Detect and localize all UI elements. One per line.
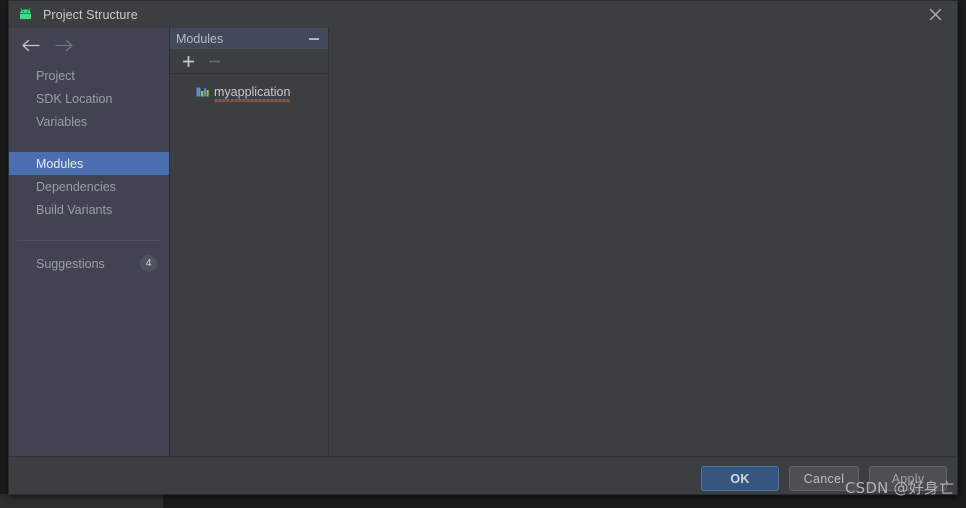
android-robot-icon	[19, 8, 32, 20]
apply-button[interactable]: Apply	[869, 466, 947, 491]
sidebar-item-build-variants[interactable]: Build Variants	[9, 198, 169, 221]
sidebar-item-label: Modules	[36, 156, 84, 171]
sidebar-item-dependencies[interactable]: Dependencies	[9, 175, 169, 198]
status-badge: 4	[140, 255, 157, 272]
sidebar-item-label: Build Variants	[36, 202, 113, 217]
plus-icon	[183, 55, 194, 67]
sidebar-item-label: Project	[36, 68, 75, 83]
sidebar-item-variables[interactable]: Variables	[9, 110, 169, 133]
sidebar-item-label: Suggestions	[36, 256, 105, 271]
modules-panel: Modules myapplication	[170, 28, 329, 456]
sidebar-item-label: Dependencies	[36, 179, 116, 194]
forward-button[interactable]	[49, 32, 79, 58]
navigation-arrows	[9, 30, 169, 60]
title-bar: Project Structure	[9, 1, 957, 28]
close-icon	[929, 8, 941, 21]
sidebar: Project SDK Location Variables Modules D…	[9, 28, 170, 456]
sidebar-list: Project SDK Location Variables Modules D…	[9, 64, 169, 275]
project-structure-dialog: Project Structure Project SDK Location V…	[8, 0, 958, 495]
cancel-button[interactable]: Cancel	[789, 466, 859, 491]
back-button[interactable]	[15, 32, 45, 58]
minus-icon	[209, 60, 220, 62]
sidebar-item-suggestions[interactable]: Suggestions 4	[9, 252, 169, 275]
close-button[interactable]	[913, 1, 957, 28]
modules-panel-title: Modules	[176, 31, 224, 46]
arrow-left-icon	[21, 39, 40, 51]
desktop-backdrop: Project Structure Project SDK Location V…	[0, 0, 966, 508]
dialog-body: Project SDK Location Variables Modules D…	[9, 28, 957, 456]
sidebar-item-modules[interactable]: Modules	[9, 152, 169, 175]
ok-button[interactable]: OK	[701, 466, 779, 491]
sidebar-item-project[interactable]: Project	[9, 64, 169, 87]
module-bar-chart-icon	[196, 87, 209, 97]
list-item-label: myapplication	[214, 84, 291, 102]
modules-list: myapplication	[170, 74, 328, 102]
remove-module-button[interactable]	[204, 51, 225, 72]
module-detail-panel	[329, 28, 957, 456]
minus-icon[interactable]	[308, 33, 320, 45]
window-title: Project Structure	[43, 7, 138, 22]
arrow-right-icon	[54, 39, 73, 51]
add-module-button[interactable]	[178, 51, 199, 72]
modules-toolbar	[170, 49, 328, 74]
sidebar-item-sdk-location[interactable]: SDK Location	[9, 87, 169, 110]
sidebar-item-label: Variables	[36, 114, 88, 129]
modules-panel-header: Modules	[170, 28, 328, 49]
dialog-footer: OK Cancel Apply	[9, 456, 957, 494]
list-item[interactable]: myapplication	[170, 82, 328, 102]
desktop-strip-right	[163, 494, 966, 508]
desktop-strip-left	[0, 494, 163, 508]
sidebar-item-label: SDK Location	[36, 91, 113, 106]
